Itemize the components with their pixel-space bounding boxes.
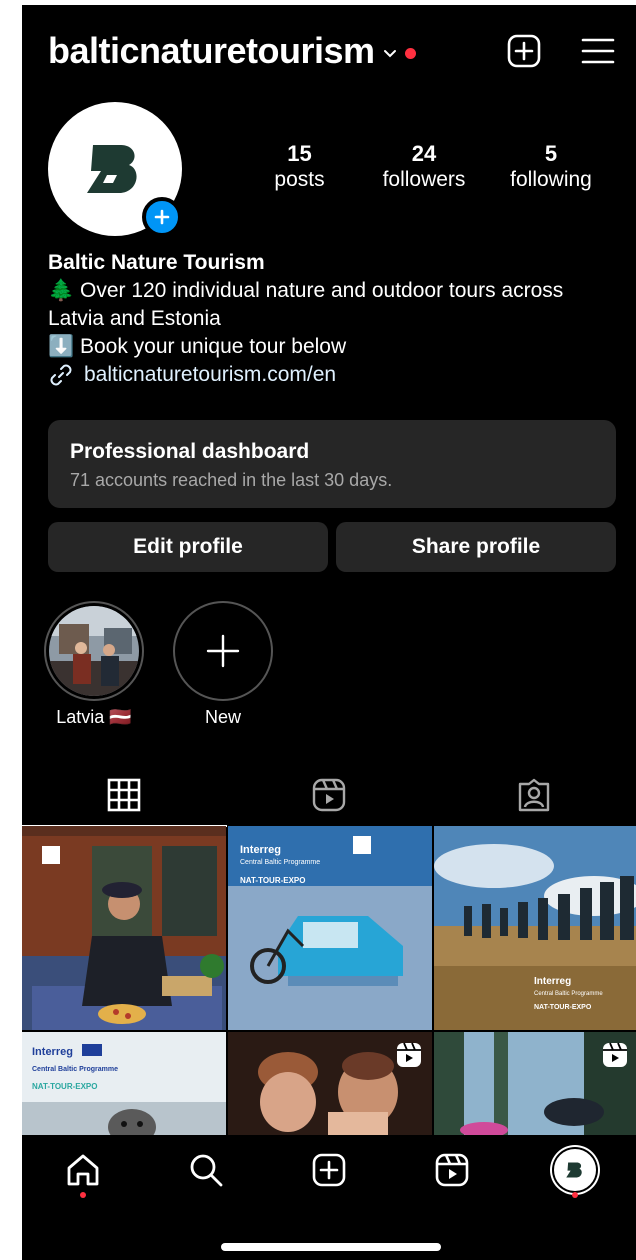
project-label: NAT-TOUR-EXPO: [32, 1082, 98, 1091]
highlight-cover-image: [49, 606, 139, 696]
post-image: [228, 826, 432, 1030]
post-thumbnail[interactable]: Interreg Central Baltic Programme NAT-TO…: [22, 1032, 226, 1136]
bio-line-1: 🌲 Over 120 individual nature and outdoor…: [48, 279, 564, 330]
nav-create[interactable]: [299, 1140, 359, 1200]
followers-stat[interactable]: 24 followers: [347, 141, 501, 193]
new-highlight-button[interactable]: New: [173, 601, 273, 728]
link-icon: [50, 364, 72, 386]
profile-actions: Edit profile Share profile: [48, 522, 616, 572]
posts-grid: Interreg Central Baltic Programme NAT-TO…: [22, 826, 636, 1136]
post-image: [434, 826, 636, 1030]
programme-label: Central Baltic Programme: [240, 859, 321, 866]
highlight-ring: [173, 601, 273, 701]
chevron-down-icon[interactable]: [383, 47, 397, 61]
post-thumbnail[interactable]: [434, 1032, 636, 1136]
brand-logo-icon: [565, 1162, 582, 1178]
post-thumbnail[interactable]: Interreg Central Baltic Programme NAT-TO…: [434, 826, 636, 1030]
post-thumbnail[interactable]: Interreg Central Baltic Programme NAT-TO…: [228, 826, 432, 1030]
profile-avatar: [553, 1149, 596, 1191]
top-header: balticnaturetourism: [48, 29, 616, 73]
home-icon: [67, 1154, 99, 1186]
project-label: NAT-TOUR-EXPO: [240, 876, 306, 885]
professional-dashboard[interactable]: Professional dashboard 71 accounts reach…: [48, 420, 616, 508]
new-post-icon[interactable]: [506, 33, 542, 69]
nav-home[interactable]: [53, 1140, 113, 1200]
notification-dot: [404, 47, 416, 59]
display-name: Baltic Nature Tourism: [48, 251, 265, 274]
interreg-label: Interreg: [32, 1046, 73, 1058]
bottom-navigation: [22, 1135, 636, 1205]
notification-dot: [80, 1192, 87, 1198]
plus-icon: [206, 634, 240, 668]
programme-label: Central Baltic Programme: [32, 1066, 118, 1073]
tab-grid[interactable]: [22, 765, 227, 827]
menu-icon[interactable]: [580, 33, 616, 69]
post-thumbnail[interactable]: [228, 1032, 432, 1136]
dashboard-subtitle: 71 accounts reached in the last 30 days.: [70, 470, 393, 490]
followers-count: 24: [411, 141, 437, 166]
plus-icon: [154, 209, 170, 225]
highlight-label: New: [204, 707, 241, 727]
nav-profile[interactable]: [545, 1140, 605, 1200]
bio-link[interactable]: balticnaturetourism.com/en: [48, 361, 618, 389]
posts-label: posts: [274, 168, 325, 191]
tab-tagged[interactable]: [431, 765, 636, 825]
grid-icon: [108, 778, 141, 812]
notification-dot: [571, 1192, 578, 1198]
profile-bio: Baltic Nature Tourism 🌲 Over 120 individ…: [48, 249, 618, 389]
posts-count: 15: [287, 141, 312, 166]
share-profile-button[interactable]: Share profile: [336, 522, 616, 572]
interreg-label: Interreg: [534, 976, 572, 987]
edit-profile-button[interactable]: Edit profile: [48, 522, 328, 572]
profile-screen: balticnaturetourism 15 posts 24 follower…: [22, 5, 636, 1260]
reels-icon: [312, 778, 346, 812]
reels-icon: [435, 1153, 469, 1187]
profile-stats: 15 posts 24 followers 5 following: [252, 141, 620, 193]
interreg-label: Interreg: [240, 844, 281, 856]
followers-label: followers: [382, 168, 466, 191]
bio-link-text: balticnaturetourism.com/en: [84, 363, 337, 386]
post-thumbnail[interactable]: [22, 826, 226, 1030]
add-story-button[interactable]: [142, 197, 182, 237]
programme-label: Central Baltic Programme: [534, 991, 603, 997]
highlight-label: Latvia 🇱🇻: [56, 707, 132, 727]
reels-icon: [602, 1042, 628, 1068]
search-icon: [190, 1154, 223, 1187]
profile-tabs: [22, 765, 636, 827]
following-stat[interactable]: 5 following: [501, 141, 601, 193]
highlight-latvia[interactable]: Latvia 🇱🇻: [44, 601, 144, 728]
following-count: 5: [544, 141, 558, 166]
following-label: following: [510, 168, 592, 191]
post-image: [22, 826, 226, 1030]
highlight-ring: [44, 601, 144, 701]
tagged-icon: [518, 778, 549, 812]
tab-reels[interactable]: [227, 765, 432, 825]
posts-stat[interactable]: 15 posts: [252, 141, 347, 193]
create-icon: [312, 1153, 346, 1187]
brand-logo-icon: [87, 145, 137, 193]
home-indicator[interactable]: [221, 1243, 441, 1251]
username-switcher[interactable]: balticnaturetourism: [48, 30, 375, 72]
bio-line-2: ⬇️ Book your unique tour below: [48, 335, 347, 358]
reels-icon: [396, 1042, 422, 1068]
project-label: NAT-TOUR-EXPO: [534, 1004, 592, 1011]
nav-search[interactable]: [176, 1140, 236, 1200]
nav-reels[interactable]: [422, 1140, 482, 1200]
dashboard-title: Professional dashboard: [70, 440, 310, 463]
